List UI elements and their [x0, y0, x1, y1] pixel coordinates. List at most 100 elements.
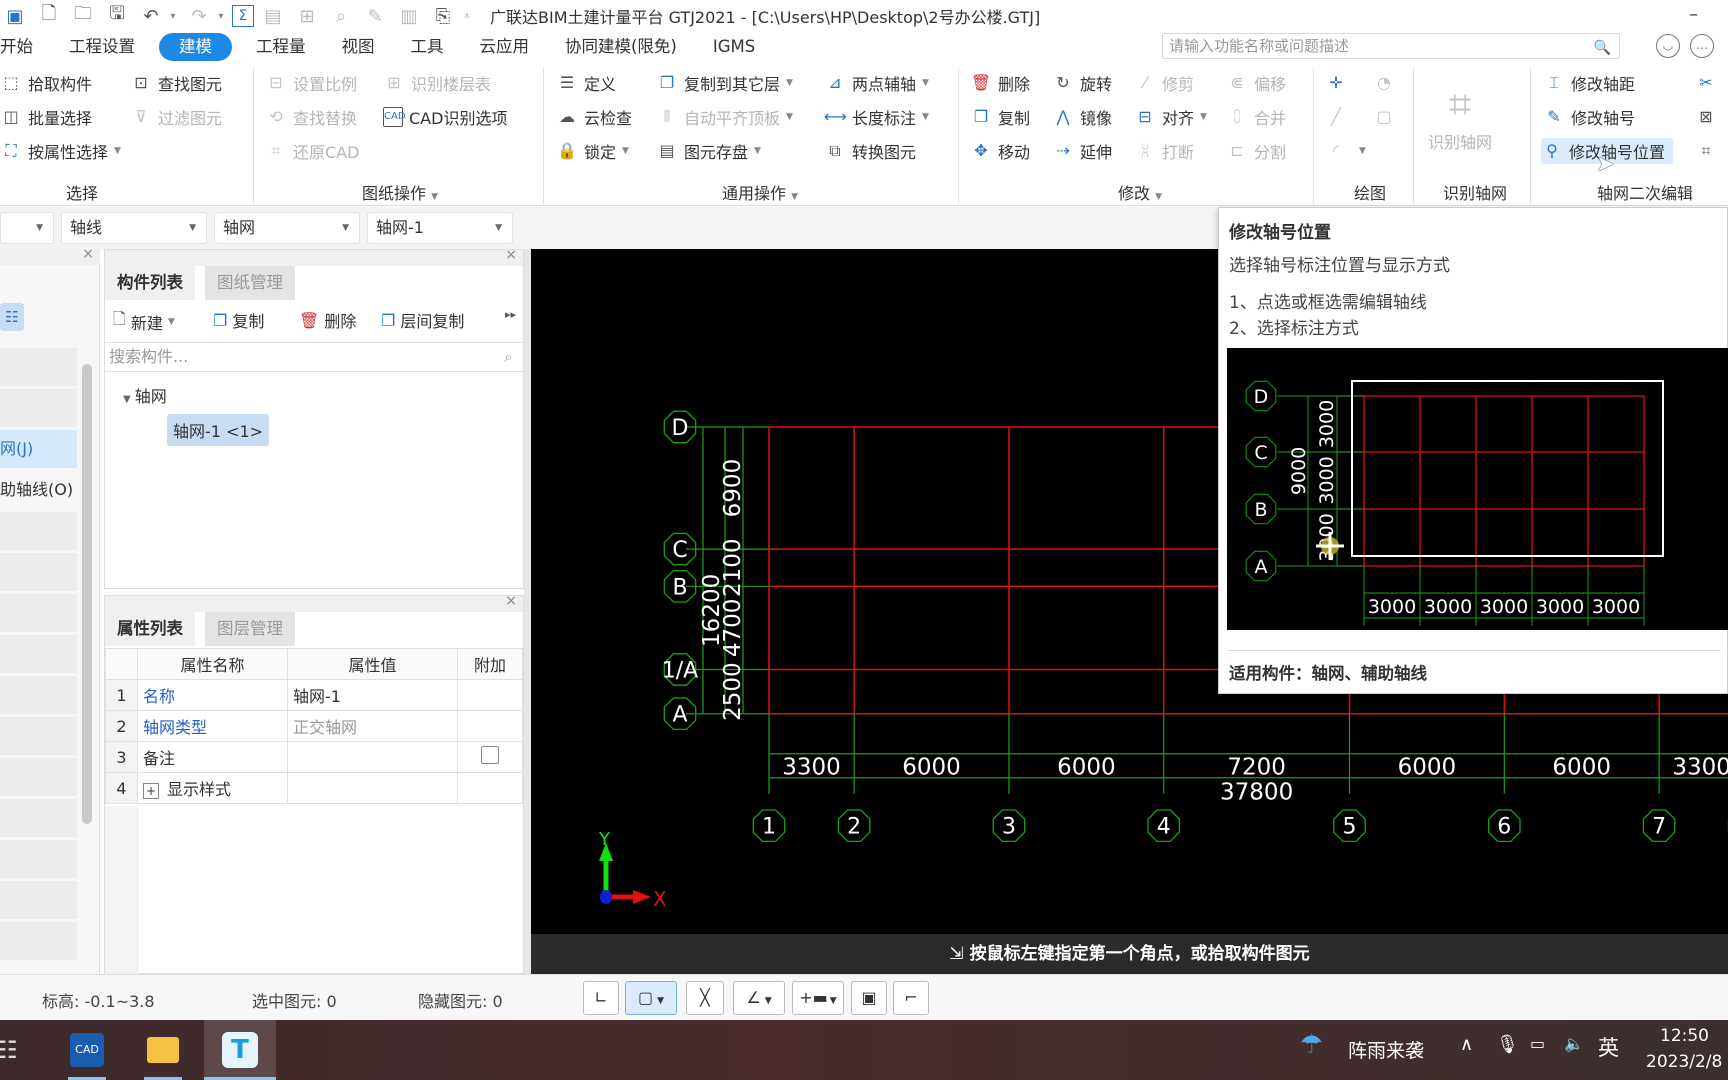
report-icon[interactable]: ▤ — [258, 2, 288, 30]
search-icon[interactable]: 🔍 — [1594, 36, 1611, 60]
taskbar-cad-app[interactable]: CAD — [62, 1020, 112, 1080]
nav-item[interactable] — [0, 512, 77, 550]
chat-icon[interactable]: … — [1690, 34, 1714, 58]
polyline-toggle[interactable]: ⌐ — [893, 981, 929, 1015]
minimize-icon[interactable]: – — [1689, 4, 1698, 25]
cad-options-button[interactable]: CAD CAD识别选项 — [383, 104, 507, 130]
modify-axis-number-button[interactable]: ✎ 修改轴号 — [1543, 104, 1635, 130]
copy-component-button[interactable]: ❐ 复制 — [213, 308, 264, 332]
lock-button[interactable]: 🔒 锁定 ▼ — [556, 138, 629, 164]
expand-caret-icon[interactable]: ▼ — [123, 394, 131, 405]
ortho-toggle[interactable]: ∟ — [583, 981, 619, 1015]
table-row[interactable]: 1 名称 轴网-1 — [105, 679, 523, 711]
weather-text[interactable]: 阵雨来袭 — [1348, 1036, 1424, 1063]
grid-icon[interactable]: ▥ — [394, 2, 424, 30]
function-search-input[interactable]: 请输入功能名称或问题描述 🔍 — [1162, 33, 1620, 59]
menu-collab[interactable]: 协同建模(限免) — [547, 33, 695, 61]
close-icon[interactable]: × — [505, 593, 517, 609]
batch-select-button[interactable]: ◫ 批量选择 — [0, 104, 92, 130]
copy-between-floors-button[interactable]: ❐ 层间复制 — [381, 308, 464, 332]
display-toggle[interactable]: ▣ — [851, 981, 887, 1015]
nav-item[interactable] — [0, 717, 77, 755]
redo-icon[interactable]: ↷ — [184, 2, 214, 30]
edit-icon[interactable]: ✎ — [360, 2, 390, 30]
table-row[interactable]: 4 + 显示样式 — [105, 772, 523, 804]
more-icon[interactable]: ▸▸ — [505, 308, 516, 321]
clock-time[interactable]: 12:50 — [1660, 1026, 1709, 1046]
new-component-button[interactable]: 🗋 新建 ▼ — [113, 308, 175, 335]
save-elements-button[interactable]: ▤ 图元存盘 ▼ — [656, 138, 761, 164]
nav-item[interactable] — [0, 799, 77, 837]
pick-component-button[interactable]: ⬚ 拾取构件 — [0, 70, 92, 96]
table-row[interactable]: 2 轴网类型 正交轴网 — [105, 710, 523, 742]
find-element-button[interactable]: ⊡ 查找图元 — [130, 70, 222, 96]
group-label-common-ops[interactable]: 通用操作 ▼ — [700, 180, 820, 204]
nav-item-aux-axis[interactable]: 助轴线(O) — [0, 471, 77, 509]
recognize-grid-button[interactable]: ⌗ 识别轴网 — [1428, 72, 1492, 162]
floor-select[interactable]: ▼ — [0, 212, 54, 244]
group-label-modify[interactable]: 修改 ▼ — [1100, 180, 1180, 204]
copy-to-other-floor-button[interactable]: ❐ 复制到其它层 ▼ — [656, 70, 793, 96]
nav-item[interactable] — [0, 881, 77, 919]
list-view-icon[interactable]: ☷ — [0, 303, 24, 331]
tab-property-list[interactable]: 属性列表 — [105, 612, 195, 646]
find-icon[interactable]: ⌕ — [326, 2, 356, 30]
draw-point-button[interactable]: ✛ — [1325, 70, 1353, 96]
nav-item[interactable] — [0, 758, 77, 796]
draw-line-button[interactable]: ╱ — [1325, 104, 1353, 130]
select-by-property-button[interactable]: ⛶ 按属性选择 ▼ — [0, 138, 121, 164]
close-icon[interactable]: × — [82, 246, 94, 262]
dynamic-input-toggle[interactable]: +▬ ▼ — [792, 981, 844, 1015]
group-label-drawing-ops[interactable]: 图纸操作 ▼ — [350, 180, 450, 204]
volume-icon[interactable]: 🔈 — [1564, 1034, 1584, 1053]
trim-button[interactable]: ⁄ 修剪 — [1134, 70, 1194, 96]
convert-element-button[interactable]: ⧉ 转换图元 — [824, 138, 916, 164]
delete-button[interactable]: 🗑 删除 — [970, 70, 1030, 96]
microphone-icon[interactable]: 🎙 — [1496, 1034, 1519, 1055]
undo-icon[interactable]: ↶ — [136, 2, 166, 30]
property-value[interactable] — [287, 741, 458, 773]
type-select[interactable]: 轴网 ▼ — [214, 212, 360, 244]
expand-plus-icon[interactable]: + — [143, 783, 159, 799]
close-icon[interactable]: × — [505, 247, 517, 263]
draw-circle-button[interactable]: ◔ — [1373, 70, 1401, 96]
restore-axis-button[interactable]: ⌗ — [1695, 138, 1723, 164]
component-search-input[interactable]: 搜索构件... ⌕ — [105, 342, 523, 372]
filter-element-button[interactable]: ⊽ 过滤图元 — [130, 104, 222, 130]
delete-component-button[interactable]: 🗑 删除 — [299, 308, 356, 332]
nav-item[interactable] — [0, 389, 77, 427]
clock-date[interactable]: 2023/2/8 — [1646, 1052, 1722, 1072]
weather-icon[interactable]: ☂ — [1300, 1030, 1323, 1060]
length-dimension-button[interactable]: ⟷ 长度标注 ▼ — [824, 104, 929, 130]
export-icon[interactable]: ⎘ — [428, 2, 458, 30]
table-icon[interactable]: ⊞ — [292, 2, 322, 30]
set-scale-button[interactable]: ⊟ 设置比例 — [265, 70, 357, 96]
offset-button[interactable]: ⋐ 偏移 — [1226, 70, 1286, 96]
define-button[interactable]: ☰ 定义 — [556, 70, 616, 96]
taskbar-file-explorer[interactable] — [138, 1020, 188, 1080]
category-select[interactable]: 轴线 ▼ — [61, 212, 207, 244]
cut-button[interactable]: ✂ — [1695, 70, 1723, 96]
battery-icon[interactable]: ▭ — [1530, 1034, 1545, 1053]
snap-mode-toggle[interactable]: ▢ ▼ — [625, 981, 677, 1015]
align-button[interactable]: ⊟ 对齐 ▼ — [1134, 104, 1207, 130]
redo-dropdown-icon[interactable]: ▾ — [214, 2, 228, 30]
tab-layer-management[interactable]: 图层管理 — [205, 612, 295, 646]
angle-toggle[interactable]: ∠ ▼ — [733, 981, 785, 1015]
taskbar-gtj-app[interactable]: T — [204, 1020, 276, 1080]
component-select[interactable]: 轴网-1 ▼ — [367, 212, 513, 244]
break-button[interactable]: ⩈ 打断 — [1134, 138, 1194, 164]
mirror-button[interactable]: ⋀ 镜像 — [1052, 104, 1112, 130]
recognize-floor-table-button[interactable]: ⊞ 识别楼层表 — [383, 70, 491, 96]
menu-project-settings[interactable]: 工程设置 — [51, 33, 153, 61]
menu-start[interactable]: 开始 — [0, 33, 51, 61]
nav-item[interactable] — [0, 594, 77, 632]
auto-align-slab-button[interactable]: ⫴ 自动平齐顶板 ▼ — [656, 104, 793, 130]
move-button[interactable]: ✥ 移动 — [970, 138, 1030, 164]
customize-icon[interactable]: ⩡ — [458, 2, 476, 30]
intersection-snap-toggle[interactable]: ╳ — [686, 981, 724, 1015]
menu-tools[interactable]: 工具 — [393, 33, 462, 61]
menu-igms[interactable]: IGMS — [695, 33, 773, 61]
draw-rect-button[interactable]: ▢ — [1373, 104, 1401, 130]
nav-item[interactable] — [0, 348, 77, 386]
